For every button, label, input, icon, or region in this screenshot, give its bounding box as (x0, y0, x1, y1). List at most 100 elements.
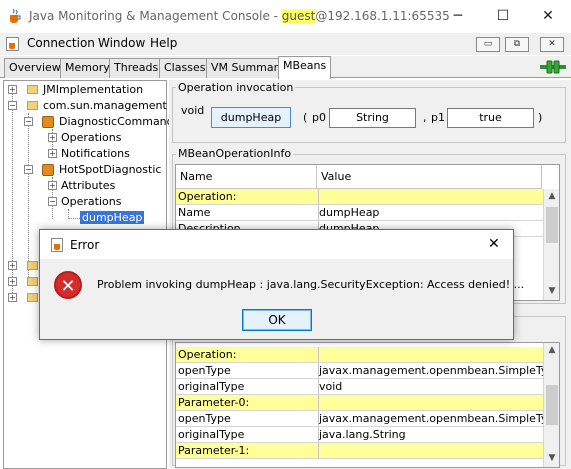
row-name: Operation: (176, 347, 319, 362)
tree-node-com-sun-management[interactable]: com.sun.management (43, 99, 167, 112)
tree-guide-line (68, 218, 80, 219)
connection-status-icon (540, 59, 566, 75)
mbean-info-scrollbar[interactable]: ▲ ▼ (543, 189, 559, 300)
table-row: Parameter-0: (176, 395, 543, 411)
table-row: Name dumpHeap (176, 205, 543, 221)
expand-toggle[interactable]: + (8, 277, 17, 286)
tree-node-notifications[interactable]: Notifications (61, 147, 130, 160)
folder-icon (27, 101, 38, 110)
collapse-toggle[interactable]: − (24, 117, 33, 126)
dialog-close-button[interactable]: ✕ (488, 236, 500, 252)
expand-toggle[interactable]: + (8, 293, 17, 302)
column-header-value[interactable]: Value (317, 165, 542, 189)
maximize-button[interactable]: ☐ (480, 0, 526, 33)
tree-node-attributes[interactable]: Attributes (61, 179, 115, 192)
row-name: originalType (176, 427, 319, 442)
minimize-button[interactable]: ─ (435, 0, 481, 33)
menu-help[interactable]: Help (150, 36, 177, 50)
expand-toggle[interactable]: + (8, 261, 17, 270)
invoke-dumpheap-button[interactable]: dumpHeap (211, 107, 291, 128)
close-window-button[interactable]: ✕ (525, 0, 571, 33)
window-title-host: @192.168.1.11:65535 (315, 9, 450, 23)
collapse-toggle[interactable]: − (24, 165, 33, 174)
collapse-toggle[interactable]: − (8, 101, 17, 110)
table-row: originalType void (176, 379, 543, 395)
column-header-name[interactable]: Name (176, 165, 317, 189)
row-value: dumpHeap (319, 206, 380, 219)
row-name: openType (176, 363, 319, 378)
menu-connection[interactable]: Connection (27, 36, 95, 50)
row-value: java.lang.String (319, 428, 406, 441)
tab-classes[interactable]: Classes (159, 58, 211, 78)
close-paren: ) (538, 111, 543, 124)
open-paren: ( (303, 111, 308, 124)
row-value: void (319, 380, 343, 393)
scroll-down-button[interactable]: ▼ (545, 451, 559, 466)
folder-icon (27, 293, 38, 302)
error-message: Problem invoking dumpHeap : java.lang.Se… (97, 278, 525, 291)
window-title-prefix: Java Monitoring & Management Console - (29, 9, 282, 23)
row-value: javax.management.openmbean.SimpleType... (319, 364, 544, 377)
table-row: openType javax.management.openmbean.Simpl… (176, 363, 544, 379)
ok-button[interactable]: OK (242, 309, 312, 331)
table-row: Parameter-1: (176, 443, 543, 459)
tab-memory[interactable]: Memory (60, 58, 115, 78)
tree-node-operations-hotspot[interactable]: Operations (61, 195, 121, 208)
error-icon: ✕ (54, 271, 82, 299)
scroll-thumb[interactable] (546, 385, 558, 425)
tree-node-operations[interactable]: Operations (61, 131, 121, 144)
p1-input[interactable]: true (447, 108, 534, 128)
row-name: originalType (176, 379, 319, 394)
row-value (317, 189, 544, 204)
scroll-down-button[interactable]: ▼ (545, 284, 559, 299)
tab-threads[interactable]: Threads (109, 58, 164, 78)
mbean-operation-info-title: MBeanOperationInfo (176, 147, 294, 160)
row-name: Operation: (176, 189, 319, 204)
tree-node-jmimplementation[interactable]: JMImplementation (43, 83, 143, 96)
bean-icon (42, 116, 54, 128)
expand-toggle[interactable]: + (48, 181, 57, 190)
java-cup-small-icon (6, 37, 19, 51)
table-row: Operation: (176, 189, 543, 205)
row-value (317, 395, 544, 410)
window-title: Java Monitoring & Management Console - g… (29, 9, 450, 23)
row-name: Parameter-1: (176, 443, 319, 458)
descriptor-table: Operation: openType javax.management.open… (175, 342, 560, 468)
descriptor-scrollbar[interactable]: ▲ ▼ (543, 343, 559, 467)
return-type-label: void (181, 104, 205, 117)
inner-minimize-button[interactable]: ▭ (476, 37, 500, 52)
table-row: originalType java.lang.String (176, 427, 543, 443)
title-bar: Java Monitoring & Management Console - g… (0, 0, 571, 33)
tree-node-diagnosticcommand[interactable]: DiagnosticCommand (59, 115, 174, 128)
dialog-title-bar: Error ✕ (40, 230, 513, 259)
p0-input[interactable]: String (329, 108, 416, 128)
tree-node-dumpheap[interactable]: dumpHeap (80, 211, 145, 224)
tab-mbeans[interactable]: MBeans (278, 56, 332, 79)
scroll-up-button[interactable]: ▲ (545, 189, 559, 204)
tree-node-hotspotdiagnostic[interactable]: HotSpotDiagnostic (59, 163, 161, 176)
table-row: Operation: (176, 347, 543, 363)
p1-label: p1 (431, 111, 445, 124)
expand-toggle[interactable]: + (8, 85, 17, 94)
scroll-thumb[interactable] (546, 207, 558, 243)
row-value (317, 347, 544, 362)
dialog-title: Error (70, 238, 100, 252)
expand-toggle[interactable]: + (48, 149, 57, 158)
comma: , (423, 111, 427, 124)
inner-close-button[interactable]: ✕ (540, 37, 564, 52)
tab-overview[interactable]: Overview (4, 58, 66, 78)
tree-guide-line (28, 113, 29, 283)
scroll-up-button[interactable]: ▲ (545, 343, 559, 358)
p0-label: p0 (312, 111, 326, 124)
row-name: Name (176, 205, 319, 220)
expand-toggle[interactable]: + (48, 133, 57, 142)
table-row: openType javax.management.openmbean.Simpl… (176, 411, 544, 427)
inner-restore-button[interactable]: ⧉ (505, 37, 529, 52)
row-value (317, 443, 544, 458)
folder-icon (27, 85, 38, 94)
bean-icon (42, 164, 54, 176)
java-cup-small-icon (51, 238, 63, 252)
menu-window[interactable]: Window (98, 36, 145, 50)
collapse-toggle[interactable]: − (48, 197, 57, 206)
row-name: openType (176, 411, 319, 426)
